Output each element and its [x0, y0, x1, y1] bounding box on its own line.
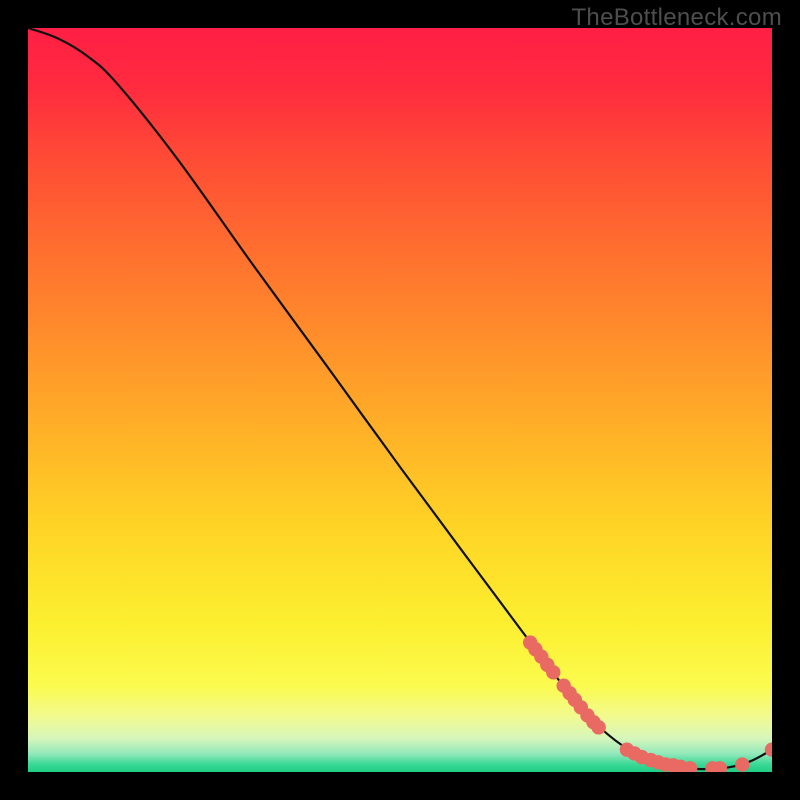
- data-point: [735, 757, 749, 771]
- watermark-text: TheBottleneck.com: [571, 4, 782, 32]
- bottleneck-chart: [28, 28, 772, 772]
- data-point: [546, 665, 560, 679]
- gradient-background: [28, 28, 772, 772]
- data-point: [591, 720, 605, 734]
